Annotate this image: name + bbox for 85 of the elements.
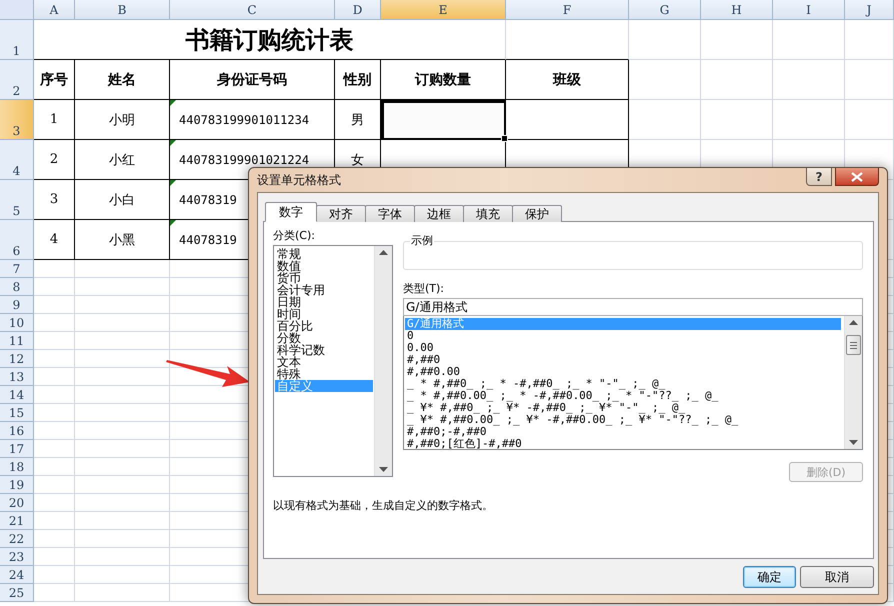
column-header[interactable]: J bbox=[845, 0, 894, 20]
format-item[interactable]: _ * #,##0.00_ ;_ * -#,##0.00_ ;_ * "-"??_ ;_ @_ bbox=[405, 390, 841, 402]
table-cell: 2 bbox=[34, 140, 75, 180]
column-header[interactable]: B bbox=[75, 0, 170, 20]
category-item[interactable]: 文本 bbox=[275, 356, 373, 368]
category-item[interactable]: 会计专用 bbox=[275, 284, 373, 296]
column-header[interactable]: D bbox=[335, 0, 381, 20]
category-list[interactable]: 常规 数值 货币 会计专用 日期 时间 百分比 分数 科学记数 文本 特殊 自定义 bbox=[273, 245, 393, 477]
dialog-tab[interactable]: 填充 bbox=[463, 205, 513, 222]
column-header[interactable]: G bbox=[629, 0, 701, 20]
dialog-tab[interactable]: 保护 bbox=[512, 205, 562, 222]
dialog-tab[interactable]: 数字 bbox=[265, 202, 317, 222]
description-text: 以现有格式为基础，生成自定义的数字格式。 bbox=[273, 498, 494, 513]
table-cell: 小白 bbox=[75, 180, 170, 220]
row-header[interactable]: 20 bbox=[0, 494, 34, 512]
row-header[interactable]: 18 bbox=[0, 458, 34, 476]
category-item[interactable]: 科学记数 bbox=[275, 344, 373, 356]
format-item[interactable]: 0.00 bbox=[405, 342, 841, 354]
type-label: 类型(T): bbox=[403, 282, 446, 296]
category-item[interactable]: 货币 bbox=[275, 272, 373, 284]
table-header: 姓名 bbox=[75, 60, 170, 100]
row-header[interactable]: 14 bbox=[0, 386, 34, 404]
row-header[interactable]: 17 bbox=[0, 440, 34, 458]
row-header[interactable]: 25 bbox=[0, 584, 34, 602]
table-cell: 小明 bbox=[75, 100, 170, 140]
row-header[interactable]: 21 bbox=[0, 512, 34, 530]
help-button[interactable]: ? bbox=[806, 168, 832, 186]
format-item[interactable]: #,##0;-#,##0 bbox=[405, 426, 841, 438]
row-header[interactable]: 12 bbox=[0, 350, 34, 368]
row-header[interactable]: 13 bbox=[0, 368, 34, 386]
row-header[interactable]: 3 bbox=[0, 100, 34, 140]
table-header: 班级 bbox=[506, 60, 629, 100]
column-header[interactable]: H bbox=[701, 0, 773, 20]
row-header[interactable]: 5 bbox=[0, 180, 34, 220]
format-item[interactable]: #,##0.00 bbox=[405, 366, 841, 378]
type-input[interactable]: G/通用格式 bbox=[403, 298, 863, 316]
column-header[interactable]: I bbox=[773, 0, 845, 20]
sample-label: 示例 bbox=[410, 233, 434, 248]
dialog-tab[interactable]: 对齐 bbox=[316, 205, 366, 222]
category-item[interactable]: 时间 bbox=[275, 308, 373, 320]
category-item[interactable]: 分数 bbox=[275, 332, 373, 344]
row-header[interactable]: 22 bbox=[0, 530, 34, 548]
row-header[interactable]: 6 bbox=[0, 220, 34, 260]
format-item[interactable]: #,##0;[红色]-#,##0 bbox=[405, 438, 841, 450]
row-header[interactable]: 11 bbox=[0, 332, 34, 350]
category-item[interactable]: 日期 bbox=[275, 296, 373, 308]
category-item[interactable]: 百分比 bbox=[275, 320, 373, 332]
column-header[interactable]: F bbox=[506, 0, 629, 20]
column-header[interactable]: C bbox=[170, 0, 335, 20]
column-header[interactable]: A bbox=[34, 0, 75, 20]
table-cell: 小黑 bbox=[75, 220, 170, 260]
row-header[interactable]: 16 bbox=[0, 422, 34, 440]
table-header: 性别 bbox=[335, 60, 381, 100]
dialog-tab[interactable]: 字体 bbox=[365, 205, 415, 222]
table-cell: 3 bbox=[34, 180, 75, 220]
row-header[interactable]: 24 bbox=[0, 566, 34, 584]
row-header[interactable]: 7 bbox=[0, 260, 34, 278]
row-header[interactable]: 19 bbox=[0, 476, 34, 494]
column-header[interactable]: E bbox=[381, 0, 506, 20]
category-item[interactable]: 数值 bbox=[275, 260, 373, 272]
table-cell: 440783199901011234 bbox=[170, 100, 335, 140]
category-label: 分类(C): bbox=[273, 229, 316, 243]
format-item[interactable]: #,##0 bbox=[405, 354, 841, 366]
row-header[interactable]: 23 bbox=[0, 548, 34, 566]
row-header[interactable]: 10 bbox=[0, 314, 34, 332]
row-header[interactable]: 2 bbox=[0, 60, 34, 100]
row-header[interactable]: 8 bbox=[0, 278, 34, 296]
dialog-tab[interactable]: 边框 bbox=[414, 205, 464, 222]
table-cell: 4 bbox=[34, 220, 75, 260]
row-header[interactable]: 4 bbox=[0, 140, 34, 180]
row-header[interactable]: 1 bbox=[0, 20, 34, 60]
category-item[interactable]: 特殊 bbox=[275, 368, 373, 380]
cancel-button[interactable]: 取消 bbox=[800, 566, 874, 588]
row-header[interactable]: 15 bbox=[0, 404, 34, 422]
format-item[interactable]: 0 bbox=[405, 330, 841, 342]
table-cell: 小红 bbox=[75, 140, 170, 180]
ok-button[interactable]: 确定 bbox=[743, 566, 796, 588]
table-header: 序号 bbox=[34, 60, 75, 100]
format-item[interactable]: _ * #,##0_ ;_ * -#,##0_ ;_ * "-"_ ;_ @_ bbox=[405, 378, 841, 390]
row-header[interactable]: 9 bbox=[0, 296, 34, 314]
format-item[interactable]: _ ¥* #,##0.00_ ;_ ¥* -#,##0.00_ ;_ ¥* "-"??_ ;_ @_ bbox=[405, 414, 841, 426]
table-header: 身份证号码 bbox=[170, 60, 335, 100]
format-item[interactable]: _ ¥* #,##0_ ;_ ¥* -#,##0_ ;_ ¥* "-"_ ;_ @_ bbox=[405, 402, 841, 414]
sheet-title: 书籍订购统计表 bbox=[34, 20, 506, 60]
table-cell: 1 bbox=[34, 100, 75, 140]
